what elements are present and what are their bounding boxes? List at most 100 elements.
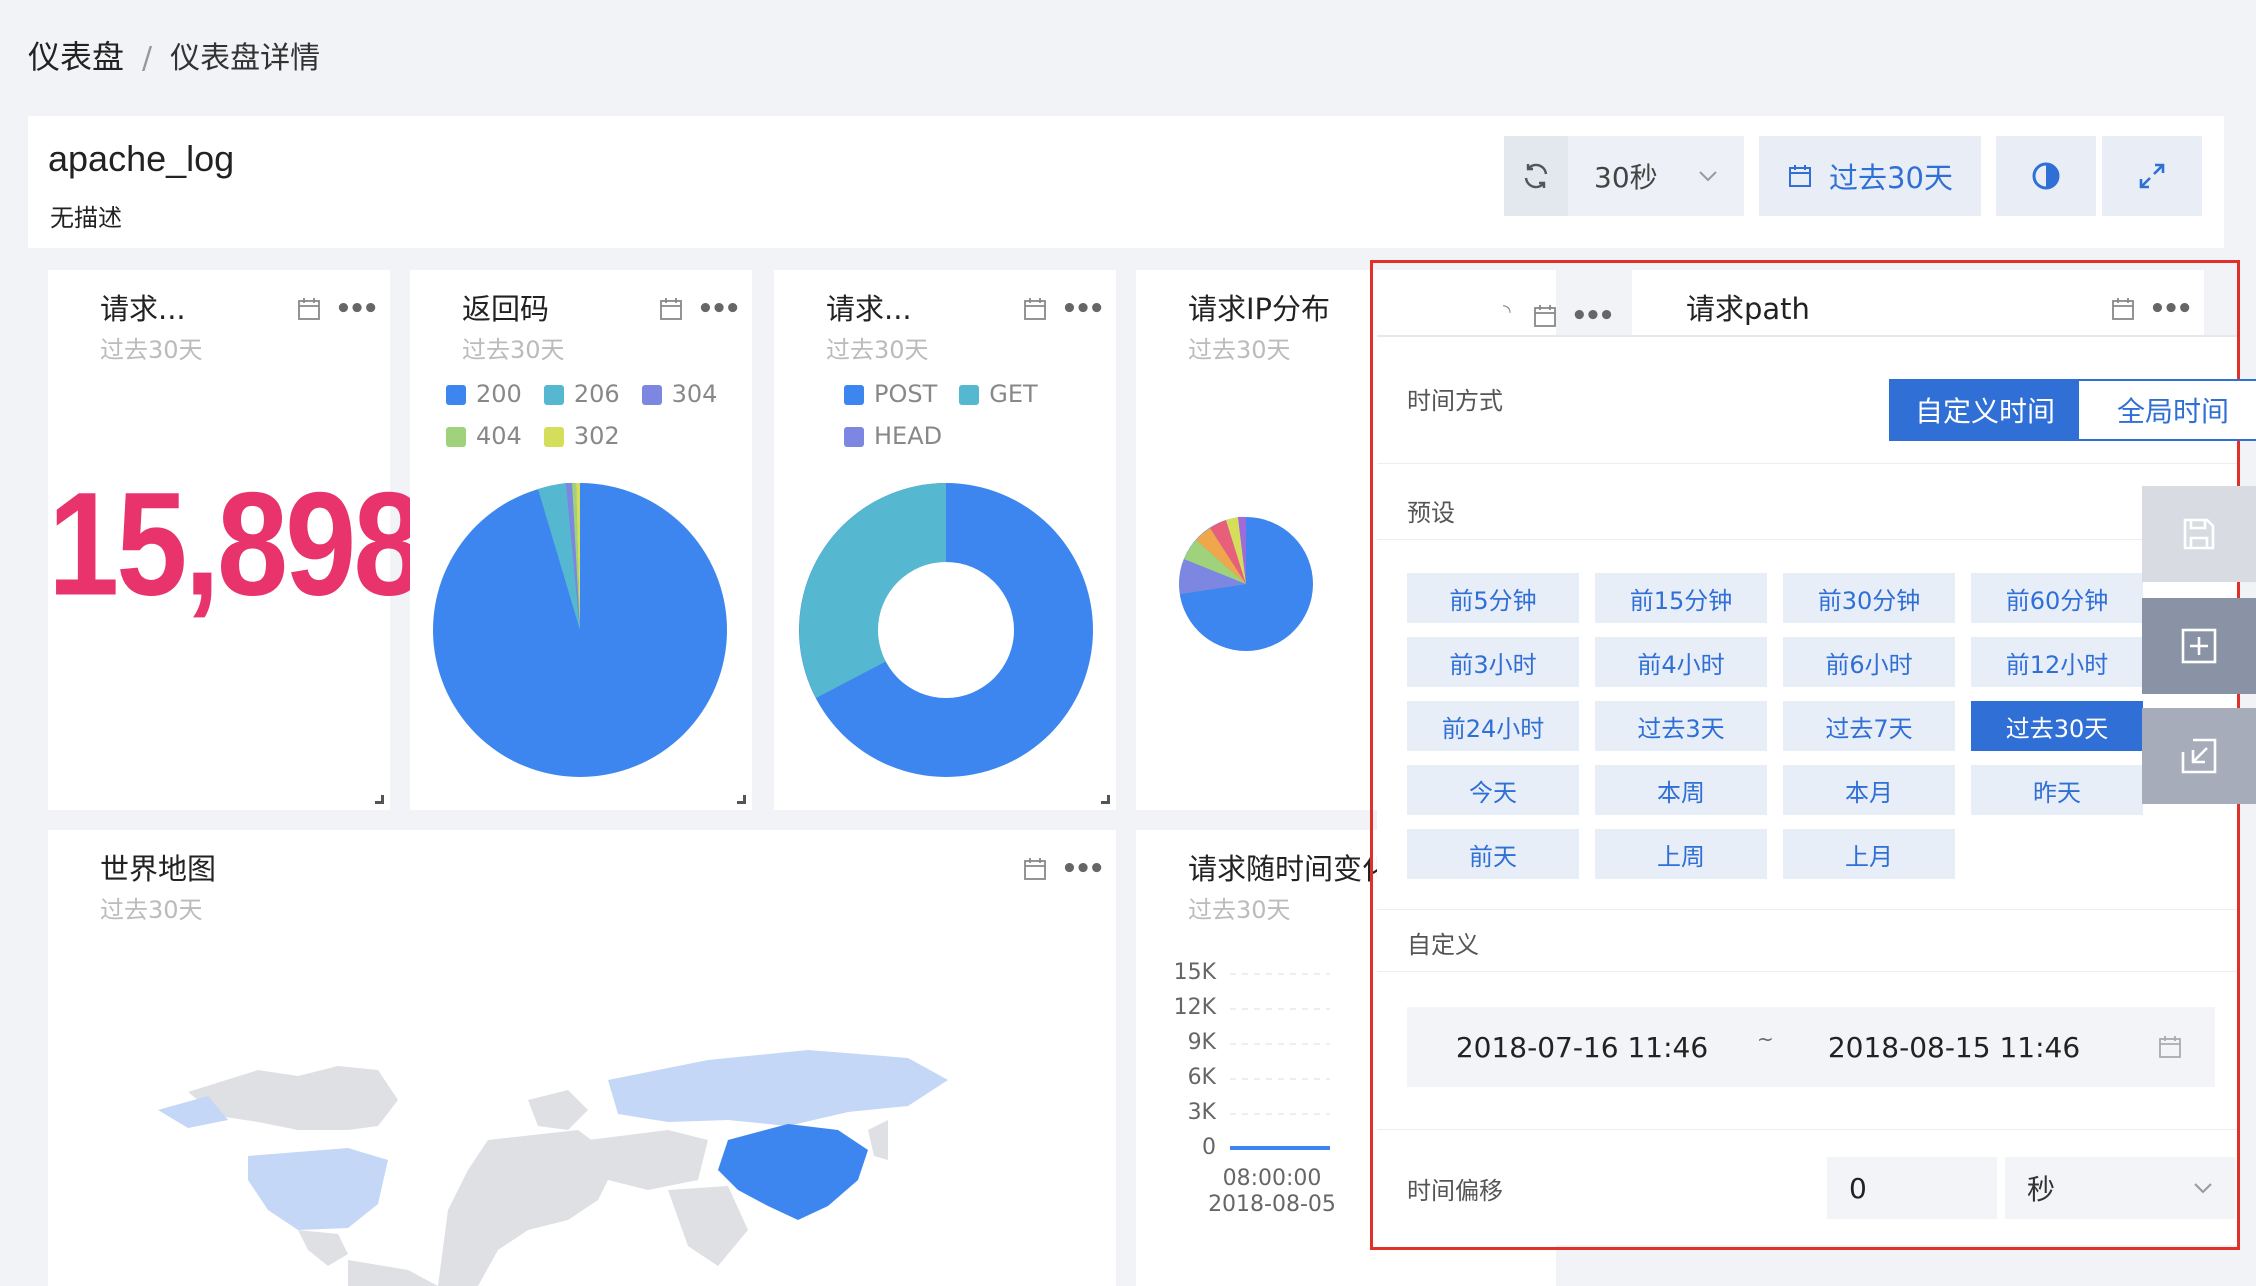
preset-button[interactable]: 前30分钟 bbox=[1783, 573, 1955, 623]
date-range-picker[interactable]: 2018-07-16 11:46 ~ 2018-08-15 11:46 bbox=[1407, 1007, 2215, 1087]
time-offset-input[interactable]: 0 bbox=[1827, 1157, 1997, 1219]
panel-title: 请求... bbox=[100, 292, 186, 326]
legend-swatch bbox=[543, 427, 564, 447]
preset-button[interactable]: 过去7天 bbox=[1783, 701, 1955, 751]
panel-tools: ••• bbox=[1023, 854, 1105, 884]
more-icon[interactable]: ••• bbox=[1061, 294, 1105, 324]
calendar-icon[interactable] bbox=[659, 297, 683, 321]
more-icon[interactable]: ••• bbox=[1571, 301, 1615, 331]
chart-legend: POST GET HEAD bbox=[844, 380, 1084, 450]
calendar-icon[interactable] bbox=[1023, 857, 1047, 881]
preset-button[interactable]: 前4小时 bbox=[1595, 637, 1767, 687]
dashboard-title: apache_log bbox=[48, 138, 235, 179]
chart-legend: 200 206 304 404 302 bbox=[446, 380, 746, 450]
status-pie-chart bbox=[433, 482, 727, 777]
calendar-icon[interactable] bbox=[2157, 1034, 2183, 1060]
legend-item[interactable]: GET bbox=[959, 380, 1038, 408]
y-tick: 12K bbox=[1173, 995, 1216, 1020]
panel-subtitle: 过去30天 bbox=[1188, 896, 1291, 924]
resize-handle[interactable] bbox=[1101, 795, 1110, 804]
refresh-button[interactable] bbox=[1504, 136, 1568, 216]
preset-button[interactable]: 前24小时 bbox=[1407, 701, 1579, 751]
import-side-button[interactable] bbox=[2142, 708, 2256, 804]
time-offset-unit-select[interactable]: 秒 bbox=[2005, 1157, 2235, 1219]
legend-swatch bbox=[543, 385, 564, 405]
panel-title: 请求随时间变化 bbox=[1188, 852, 1392, 886]
panel-title: 返回码 bbox=[462, 292, 550, 326]
preset-button[interactable]: 前6小时 bbox=[1783, 637, 1955, 687]
ip-pie-chart bbox=[1179, 516, 1313, 651]
legend-item[interactable]: HEAD bbox=[844, 422, 942, 450]
preset-button[interactable]: 过去3天 bbox=[1595, 701, 1767, 751]
range-separator: ~ bbox=[1757, 1027, 1774, 1051]
preset-button[interactable]: 昨天 bbox=[1971, 765, 2143, 815]
world-map bbox=[158, 1050, 948, 1286]
preset-button[interactable]: 上周 bbox=[1595, 829, 1767, 879]
dashboard-header: apache_log 无描述 30秒 过去30天 bbox=[28, 116, 2224, 248]
custom-time-tab[interactable]: 自定义时间 bbox=[1891, 381, 2079, 439]
legend-swatch bbox=[641, 385, 662, 405]
more-icon[interactable]: ••• bbox=[335, 294, 379, 324]
panel-request-method: 请求... 过去30天 ••• POST GET HEAD bbox=[774, 270, 1116, 810]
add-panel-side-button[interactable] bbox=[2142, 598, 2256, 694]
panel-tools: ••• bbox=[1533, 301, 1615, 331]
divider bbox=[1377, 539, 2237, 540]
preset-button[interactable]: 今天 bbox=[1407, 765, 1579, 815]
loading-spinner: ◝ bbox=[1503, 299, 1511, 323]
legend-swatch bbox=[959, 385, 980, 405]
legend-item[interactable]: 304 bbox=[641, 380, 717, 408]
preset-button[interactable]: 本月 bbox=[1783, 765, 1955, 815]
preset-button[interactable]: 过去30天 bbox=[1971, 701, 2143, 751]
calendar-icon[interactable] bbox=[1023, 297, 1047, 321]
divider bbox=[1377, 909, 2237, 910]
range-end[interactable]: 2018-08-15 11:46 bbox=[1771, 1031, 2137, 1064]
legend-item[interactable]: 302 bbox=[543, 422, 620, 450]
panel-subtitle: 过去30天 bbox=[100, 896, 203, 924]
time-settings-popover: ◝ ••• 时间方式 自定义时间 全局时间 预设 前5分钟 前15分钟 前30分钟前… bbox=[1370, 260, 2256, 1250]
legend-item[interactable]: 200 bbox=[446, 380, 522, 408]
time-range-label: 过去30天 bbox=[1829, 161, 1953, 195]
breadcrumb-root[interactable]: 仪表盘 bbox=[28, 32, 124, 78]
chevron-down-icon bbox=[2194, 1183, 2212, 1194]
more-icon[interactable]: ••• bbox=[1061, 854, 1105, 884]
more-icon[interactable]: ••• bbox=[697, 294, 741, 324]
breadcrumb-separator: / bbox=[142, 41, 153, 76]
panel-tools: ••• bbox=[659, 294, 741, 324]
divider bbox=[1377, 463, 2237, 464]
refresh-interval-select[interactable]: 30秒 bbox=[1568, 136, 1744, 216]
y-tick: 0 bbox=[1202, 1135, 1216, 1160]
y-tick: 3K bbox=[1187, 1100, 1216, 1125]
preset-button[interactable]: 前5分钟 bbox=[1407, 573, 1579, 623]
calendar-icon[interactable] bbox=[297, 297, 321, 321]
preset-button[interactable]: 前15分钟 bbox=[1595, 573, 1767, 623]
time-range-button[interactable]: 过去30天 bbox=[1759, 136, 1981, 216]
preset-button[interactable]: 上月 bbox=[1783, 829, 1955, 879]
save-side-button[interactable] bbox=[2142, 486, 2256, 582]
range-start[interactable]: 2018-07-16 11:46 bbox=[1407, 1031, 1757, 1064]
global-time-tab[interactable]: 全局时间 bbox=[2079, 381, 2256, 439]
preset-button[interactable]: 本周 bbox=[1595, 765, 1767, 815]
custom-range-label: 自定义 bbox=[1407, 931, 1479, 959]
preset-button[interactable]: 前3小时 bbox=[1407, 637, 1579, 687]
preset-button[interactable]: 前天 bbox=[1407, 829, 1579, 879]
theme-toggle-button[interactable] bbox=[1996, 136, 2096, 216]
method-donut-chart bbox=[799, 483, 1093, 777]
offset-unit-value: 秒 bbox=[2027, 1173, 2056, 1206]
calendar-icon[interactable] bbox=[1533, 304, 1557, 328]
expand-icon bbox=[2139, 163, 2165, 189]
legend-item[interactable]: 404 bbox=[446, 422, 522, 450]
time-mode-toggle: 自定义时间 全局时间 bbox=[1889, 379, 2256, 441]
preset-button[interactable]: 前12小时 bbox=[1971, 637, 2143, 687]
legend-item[interactable]: 206 bbox=[543, 380, 620, 408]
metric-value: 15,898 bbox=[48, 462, 424, 627]
preset-button[interactable]: 前60分钟 bbox=[1971, 573, 2143, 623]
resize-handle[interactable] bbox=[375, 795, 384, 804]
panel-title: 世界地图 bbox=[100, 852, 217, 886]
panel-tools: ••• bbox=[297, 294, 379, 324]
fullscreen-button[interactable] bbox=[2102, 136, 2202, 216]
legend-swatch bbox=[844, 385, 864, 405]
legend-item[interactable]: POST bbox=[844, 380, 937, 408]
legend-swatch bbox=[844, 427, 864, 447]
resize-handle[interactable] bbox=[737, 795, 746, 804]
dashboard-description: 无描述 bbox=[50, 204, 122, 232]
